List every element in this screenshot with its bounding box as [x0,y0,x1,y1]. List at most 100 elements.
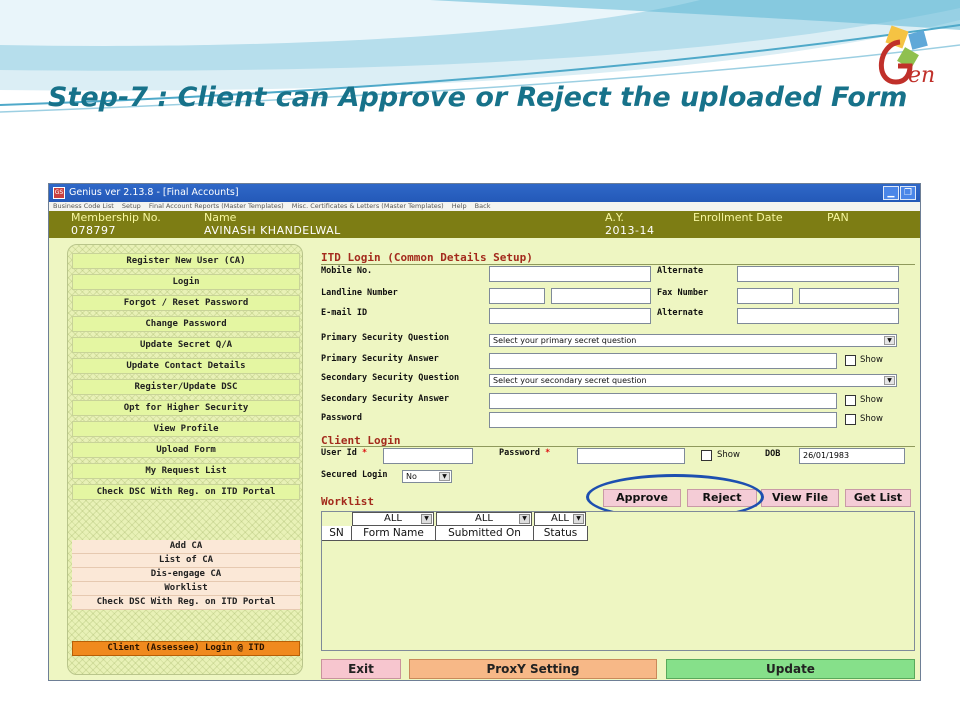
client-login-divider [321,446,915,447]
proxy-setting-button[interactable]: ProxY Setting [409,659,657,679]
status-filter[interactable]: ALL ▼ [534,512,586,526]
submitted-on-filter[interactable]: ALL ▼ [436,512,532,526]
member-info-bar: Membership No. 078797 Name AVINASH KHAND… [49,211,920,238]
worklist-grid: ALL ▼ ALL ▼ ALL ▼ SN Form Name Submitted… [321,511,915,651]
get-list-button[interactable]: Get List [845,489,911,507]
list-of-ca-button[interactable]: List of CA [72,554,300,568]
landline-std-input[interactable] [489,288,545,304]
svg-text:en: en [908,63,935,88]
chevron-down-icon[interactable]: ▼ [884,336,895,345]
register-new-user-button[interactable]: Register New User (CA) [72,253,300,269]
secondary-question-label: Secondary Security Question [321,373,460,383]
chevron-down-icon[interactable]: ▼ [573,514,584,524]
dob-input[interactable]: 26/01/1983 [799,448,905,464]
mobile-label: Mobile No. [321,266,373,276]
my-request-list-button[interactable]: My Request List [72,463,300,479]
minimize-icon[interactable]: ▁ [883,186,899,200]
secondary-answer-input[interactable] [489,393,837,409]
primary-question-value: Select your primary secret question [493,336,637,345]
dis-engage-ca-button[interactable]: Dis-engage CA [72,568,300,582]
client-password-label: Password * [499,448,550,458]
chevron-down-icon[interactable]: ▼ [421,514,432,524]
upload-form-button[interactable]: Upload Form [72,442,300,458]
fax-label: Fax Number [657,288,709,298]
secondary-question-value: Select your secondary secret question [493,376,647,385]
chevron-down-icon[interactable]: ▼ [519,514,530,524]
alternate-mobile-input[interactable] [737,266,899,282]
landline-number-input[interactable] [551,288,651,304]
menu-help[interactable]: Help [452,202,467,210]
add-ca-button[interactable]: Add CA [72,540,300,554]
itd-login-section-title: ITD Login (Common Details Setup) [321,251,533,264]
itd-password-show-checkbox[interactable] [845,414,856,425]
primary-answer-label: Primary Security Answer [321,354,439,364]
client-assessee-login-button[interactable]: Client (Assessee) Login @ ITD [72,641,300,656]
email-label: E-mail ID [321,308,368,318]
menu-setup[interactable]: Setup [122,202,141,210]
alternate-mobile-label: Alternate [657,266,704,276]
secondary-answer-show-label: Show [860,395,883,405]
userid-label-text: User Id [321,448,357,458]
primary-question-select[interactable]: Select your primary secret question ▼ [489,334,897,347]
primary-answer-show-checkbox[interactable] [845,355,856,366]
chevron-down-icon[interactable]: ▼ [884,376,895,385]
forgot-reset-password-button[interactable]: Forgot / Reset Password [72,295,300,311]
form-name-filter[interactable]: ALL ▼ [352,512,434,526]
itd-password-show-label: Show [860,414,883,424]
worklist-button[interactable]: Worklist [72,582,300,596]
change-password-button[interactable]: Change Password [72,316,300,332]
status-filter-value: ALL [551,513,569,524]
update-contact-details-button[interactable]: Update Contact Details [72,358,300,374]
userid-label: User Id * [321,448,367,458]
chevron-down-icon[interactable]: ▼ [439,472,450,481]
mobile-input[interactable] [489,266,651,282]
secondary-answer-label: Secondary Security Answer [321,394,449,404]
menu-bar: Business Code List Setup Final Account R… [49,202,920,211]
primary-answer-show-label: Show [860,355,883,365]
opt-higher-security-button[interactable]: Opt for Higher Security [72,400,300,416]
fax-std-input[interactable] [737,288,793,304]
ay-value: 2013-14 [605,224,655,237]
client-password-input[interactable] [577,448,685,464]
window-title: Genius ver 2.13.8 - [Final Accounts] [69,187,239,198]
secondary-answer-show-checkbox[interactable] [845,395,856,406]
itd-section-divider [321,264,915,265]
worklist-title: Worklist [321,495,374,508]
check-dsc-itd-portal-button-2[interactable]: Check DSC With Reg. on ITD Portal [72,596,300,610]
register-update-dsc-button[interactable]: Register/Update DSC [72,379,300,395]
membership-value: 078797 [71,224,116,237]
menu-misc-certificates[interactable]: Misc. Certificates & Letters (Master Tem… [292,202,444,210]
landline-label: Landline Number [321,288,398,298]
view-profile-button[interactable]: View Profile [72,421,300,437]
menu-back[interactable]: Back [475,202,491,210]
restore-icon[interactable]: ❐ [900,186,916,200]
ay-label: A.Y. [605,211,624,224]
alternate-email-input[interactable] [737,308,899,324]
login-button[interactable]: Login [72,274,300,290]
userid-input[interactable] [383,448,473,464]
submitted-on-filter-value: ALL [475,513,493,524]
fax-number-input[interactable] [799,288,899,304]
primary-question-label: Primary Security Question [321,333,449,343]
secured-login-select[interactable]: No ▼ [402,470,452,483]
secondary-question-select[interactable]: Select your secondary secret question ▼ [489,374,897,387]
update-button[interactable]: Update [666,659,915,679]
form-name-filter-value: ALL [384,513,402,524]
dob-label: DOB [765,449,781,459]
name-label: Name [204,211,237,224]
view-file-button[interactable]: View File [761,489,839,507]
userid-required-mark: * [361,448,368,458]
email-input[interactable] [489,308,651,324]
menu-business-code-list[interactable]: Business Code List [53,202,114,210]
client-password-label-text: Password [499,448,540,458]
update-secret-qa-button[interactable]: Update Secret Q/A [72,337,300,353]
check-dsc-itd-portal-button[interactable]: Check DSC With Reg. on ITD Portal [72,484,300,500]
primary-answer-input[interactable] [489,353,837,369]
membership-label: Membership No. [71,211,161,224]
window-titlebar: GS Genius ver 2.13.8 - [Final Accounts] … [49,184,920,202]
exit-button[interactable]: Exit [321,659,401,679]
alternate-email-label: Alternate [657,308,704,318]
client-password-show-checkbox[interactable] [701,450,712,461]
itd-password-input[interactable] [489,412,837,428]
menu-final-account-reports[interactable]: Final Account Reports (Master Templates) [149,202,284,210]
